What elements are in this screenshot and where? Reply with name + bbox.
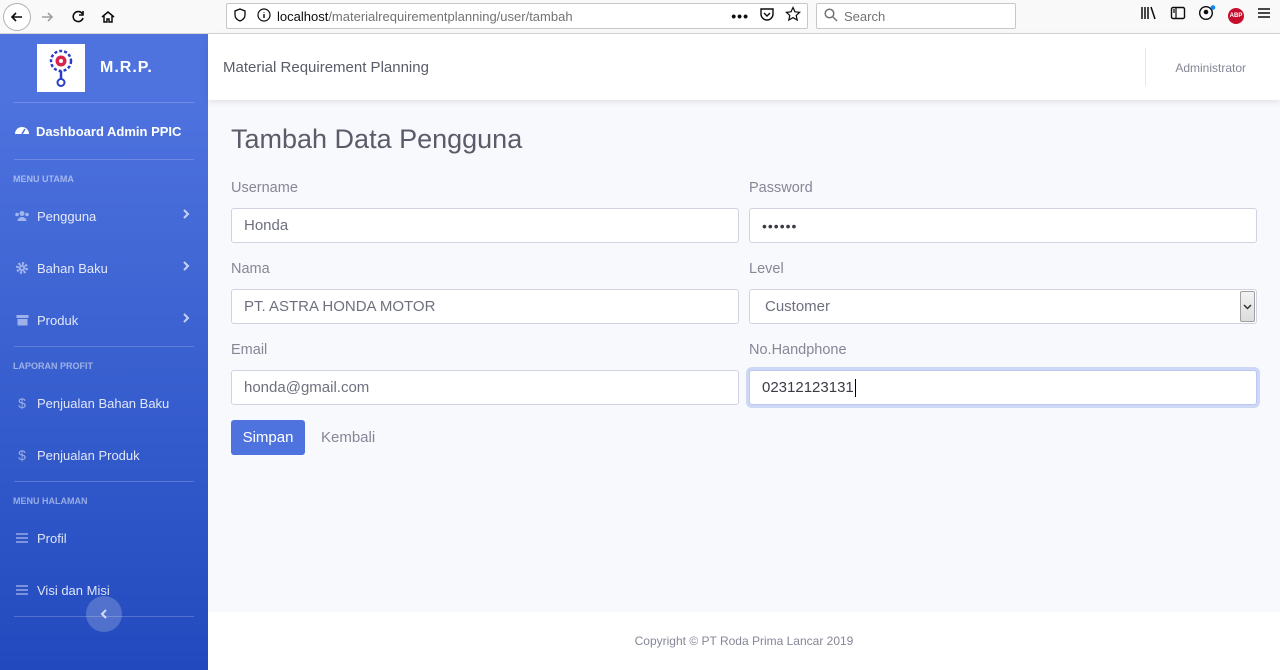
chevron-left-icon (100, 609, 107, 619)
sidebar-brand[interactable]: M.R.P. (0, 34, 208, 102)
phone-label: No.Handphone (749, 342, 847, 358)
more-actions-icon[interactable]: ••• (731, 8, 749, 24)
sidebar-collapse-button[interactable] (86, 596, 122, 632)
sidebar-heading: LAPORAN PROFIT (13, 361, 93, 371)
browser-toolbar: localhost/materialrequirementplanning/us… (0, 0, 1280, 34)
sidebar-heading: MENU UTAMA (13, 174, 74, 184)
cog-icon (14, 261, 30, 275)
box-icon (14, 314, 30, 326)
username-label: Username (231, 180, 298, 196)
brand-logo (37, 44, 85, 92)
forward-arrow-icon[interactable] (33, 3, 61, 31)
topbar-divider (1145, 48, 1146, 86)
sidebar-item-produk[interactable]: Produk (0, 294, 208, 346)
sidebar-item-label: Produk (37, 312, 79, 328)
tachometer-icon (14, 123, 30, 140)
password-input[interactable]: •••••• (749, 208, 1257, 243)
save-button[interactable]: Simpan (231, 420, 305, 455)
text-caret (854, 378, 856, 397)
user-menu[interactable]: Administrator (1175, 61, 1246, 75)
bookmark-star-icon[interactable] (785, 6, 801, 25)
sidebar-item-penjualan-produk[interactable]: $ Penjualan Produk (0, 429, 208, 481)
sidebar-item-label: Penjualan Bahan Baku (37, 395, 170, 411)
footer: Copyright © PT Roda Prima Lancar 2019 (208, 612, 1280, 670)
pocket-icon[interactable] (759, 6, 775, 25)
list-icon (14, 584, 30, 596)
nama-input[interactable]: PT. ASTRA HONDA MOTOR (231, 289, 739, 324)
level-label: Level (749, 261, 784, 277)
info-icon[interactable] (257, 7, 273, 25)
copyright-text: Copyright © PT Roda Prima Lancar 2019 (634, 634, 854, 648)
sidebar: M.R.P. Dashboard Admin PPIC MENU UTAMA P… (0, 34, 208, 670)
topbar: Material Requirement Planning Administra… (208, 34, 1280, 100)
home-icon[interactable] (94, 3, 122, 31)
search-placeholder: Search (844, 8, 886, 24)
account-icon[interactable] (1198, 5, 1216, 26)
sidebar-item-profil[interactable]: Profil (0, 512, 208, 564)
page-title: Tambah Data Pengguna (231, 124, 523, 154)
app-title: Material Requirement Planning (223, 59, 429, 76)
password-label: Password (749, 180, 813, 196)
sidebar-item-label: Profil (37, 530, 67, 546)
nama-label: Nama (231, 261, 270, 277)
sidebar-item-label: Penjualan Produk (37, 447, 140, 463)
chevron-down-icon[interactable] (1240, 291, 1255, 322)
sidebar-item-label: Visi dan Misi (37, 582, 110, 598)
url-bar[interactable]: localhost/materialrequirementplanning/us… (226, 3, 808, 29)
reload-icon[interactable] (64, 3, 92, 31)
sidebar-toggle-icon[interactable] (1170, 5, 1186, 26)
browser-search-input[interactable]: Search (816, 3, 1016, 29)
sidebar-item-label: Pengguna (37, 208, 97, 224)
shield-icon[interactable] (233, 7, 249, 25)
adblock-icon[interactable]: ABP (1228, 7, 1244, 24)
phone-input[interactable]: 02312123131 (749, 370, 1257, 405)
library-icon[interactable] (1140, 5, 1158, 26)
search-icon (824, 7, 838, 25)
dollar-icon: $ (18, 395, 26, 411)
sidebar-item-pengguna[interactable]: Pengguna (0, 190, 208, 242)
level-selected-value: Customer (765, 298, 831, 315)
hamburger-menu-icon[interactable] (1256, 5, 1272, 26)
phone-value: 02312123131 (762, 379, 854, 396)
brand-name: M.R.P. (100, 59, 153, 76)
email-label: Email (231, 342, 268, 358)
back-link[interactable]: Kembali (321, 429, 375, 446)
sidebar-item-bahan-baku[interactable]: Bahan Baku (0, 242, 208, 294)
username-input[interactable]: Honda (231, 208, 739, 243)
sidebar-item-penjualan-bahan-baku[interactable]: $ Penjualan Bahan Baku (0, 377, 208, 429)
sidebar-heading: MENU HALAMAN (13, 496, 88, 506)
sidebar-item-label: Dashboard Admin PPIC (36, 123, 182, 139)
level-select[interactable]: Customer (749, 289, 1257, 324)
chevron-right-icon (182, 260, 190, 275)
users-icon (14, 210, 30, 222)
dollar-icon: $ (18, 447, 26, 463)
sidebar-item-label: Bahan Baku (37, 260, 108, 276)
chevron-right-icon (182, 312, 190, 327)
sidebar-item-dashboard[interactable]: Dashboard Admin PPIC (0, 103, 208, 159)
email-input[interactable]: honda@gmail.com (231, 370, 739, 405)
list-icon (14, 532, 30, 544)
back-arrow-icon[interactable] (3, 3, 31, 31)
chevron-right-icon (182, 208, 190, 223)
url-text: localhost/materialrequirementplanning/us… (277, 8, 573, 24)
